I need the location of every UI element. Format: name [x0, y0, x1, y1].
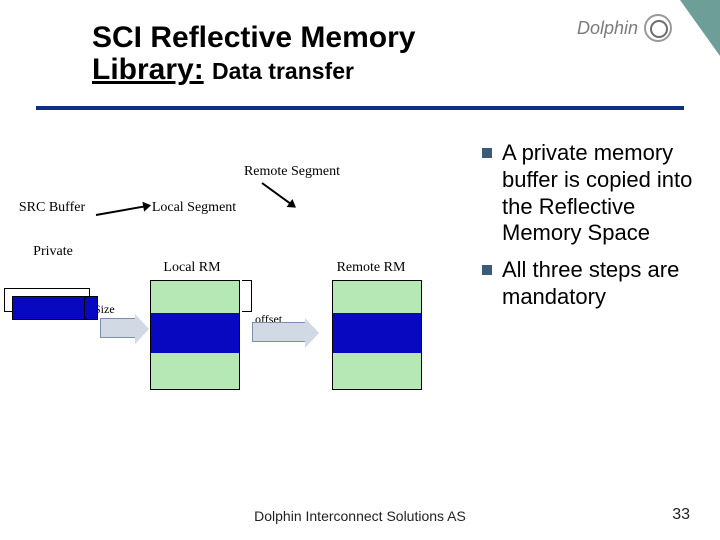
bullet-text: A private memory buffer is copied into t…	[502, 140, 704, 247]
label-private: Private	[18, 244, 88, 260]
label-remote-segment: Remote Segment	[232, 164, 352, 180]
logo-icon	[644, 14, 672, 42]
label-local-segment: Local Segment	[144, 200, 244, 216]
label-src-buffer: SRC Buffer	[6, 200, 98, 216]
bullet-square-icon	[482, 265, 492, 275]
local-rm-stack	[150, 280, 240, 390]
local-rm-seg-bot	[151, 353, 239, 389]
horizontal-rule	[36, 106, 684, 110]
bullet-item: A private memory buffer is copied into t…	[482, 140, 704, 247]
size-curly	[84, 296, 92, 320]
block-arrow-copy	[100, 318, 136, 338]
offset-bracket	[242, 280, 252, 312]
remote-rm-seg-top	[333, 281, 421, 313]
logo-text: Dolphin	[577, 18, 638, 39]
label-local-rm: Local RM	[152, 260, 232, 276]
title-line1: SCI Reflective Memory	[92, 22, 522, 54]
footer-text: Dolphin Interconnect Solutions AS	[0, 508, 720, 524]
title-line2: Library:	[92, 53, 204, 86]
remote-rm-seg-bot	[333, 353, 421, 389]
bullet-square-icon	[482, 148, 492, 158]
label-remote-rm: Remote RM	[326, 260, 416, 276]
arrow-src-to-local	[96, 205, 146, 216]
local-rm-seg-top	[151, 281, 239, 313]
arrow-remote-seg	[261, 182, 291, 205]
remote-rm-seg-mid	[333, 313, 421, 353]
accent-wedge	[680, 0, 720, 56]
block-arrow-transfer	[252, 322, 306, 342]
bullet-text: All three steps are mandatory	[502, 257, 704, 311]
bullet-item: All three steps are mandatory	[482, 257, 704, 311]
local-rm-seg-mid	[151, 313, 239, 353]
title-area: SCI Reflective Memory Library: Data tran…	[92, 22, 522, 87]
diagram: SRC Buffer Private Local Segment Local R…	[0, 140, 470, 440]
remote-rm-stack	[332, 280, 422, 390]
bullet-list: A private memory buffer is copied into t…	[482, 140, 704, 321]
slide-number: 33	[672, 506, 690, 524]
subtitle: Data transfer	[212, 58, 354, 84]
logo: Dolphin	[577, 14, 672, 42]
